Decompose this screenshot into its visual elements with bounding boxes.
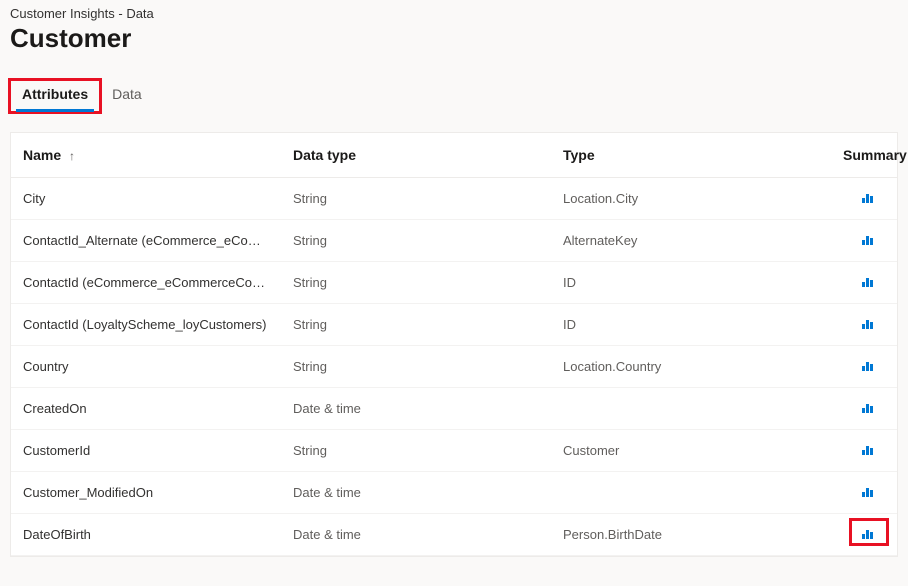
cell-type: Location.Country <box>551 346 831 388</box>
cell-summary <box>831 178 897 220</box>
cell-name: Country <box>11 346 281 388</box>
tab-attributes[interactable]: Attributes <box>10 80 100 110</box>
bar-chart-icon[interactable] <box>860 193 875 205</box>
tab-bar: Attributes Data <box>10 80 898 110</box>
cell-data-type: String <box>281 430 551 472</box>
cell-type: ID <box>551 262 831 304</box>
tab-data-label: Data <box>112 86 142 102</box>
column-header-data-type-label: Data type <box>293 147 356 163</box>
bar-chart-icon[interactable] <box>860 319 875 331</box>
cell-data-type: String <box>281 304 551 346</box>
bar-chart-icon[interactable] <box>860 403 875 415</box>
table-row[interactable]: ContactId (LoyaltyScheme_loyCustomers)St… <box>11 304 897 346</box>
table-row[interactable]: ContactId (eCommerce_eCommerceContacts)S… <box>11 262 897 304</box>
cell-name: ContactId (LoyaltyScheme_loyCustomers) <box>11 304 281 346</box>
cell-type <box>551 472 831 514</box>
bar-chart-icon[interactable] <box>860 277 875 289</box>
bar-chart-icon[interactable] <box>860 529 875 541</box>
sort-ascending-icon: ↑ <box>69 149 75 163</box>
cell-type: AlternateKey <box>551 220 831 262</box>
cell-type: Customer <box>551 430 831 472</box>
cell-name: DateOfBirth <box>11 514 281 556</box>
table-row[interactable]: CustomerIdStringCustomer <box>11 430 897 472</box>
cell-data-type: String <box>281 262 551 304</box>
cell-name: CreatedOn <box>11 388 281 430</box>
column-header-summary[interactable]: Summary <box>831 133 897 178</box>
cell-summary <box>831 220 897 262</box>
bar-chart-icon[interactable] <box>860 361 875 373</box>
cell-summary <box>831 430 897 472</box>
table-row[interactable]: ContactId_Alternate (eCommerce_eCommerce… <box>11 220 897 262</box>
cell-data-type: Date & time <box>281 472 551 514</box>
bar-chart-icon[interactable] <box>860 445 875 457</box>
table-row[interactable]: CreatedOnDate & time <box>11 388 897 430</box>
tab-data[interactable]: Data <box>100 80 154 110</box>
cell-summary <box>831 472 897 514</box>
cell-data-type: String <box>281 220 551 262</box>
column-header-name-label: Name <box>23 147 61 163</box>
table-row[interactable]: CityStringLocation.City <box>11 178 897 220</box>
cell-type <box>551 388 831 430</box>
cell-name: ContactId_Alternate (eCommerce_eCommerce… <box>11 220 281 262</box>
cell-summary <box>831 304 897 346</box>
column-header-type-label: Type <box>563 147 595 163</box>
page-title: Customer <box>10 23 898 54</box>
cell-name: CustomerId <box>11 430 281 472</box>
column-header-data-type[interactable]: Data type <box>281 133 551 178</box>
cell-summary <box>831 262 897 304</box>
cell-summary <box>831 388 897 430</box>
column-header-summary-label: Summary <box>843 147 907 163</box>
cell-data-type: Date & time <box>281 388 551 430</box>
column-header-type[interactable]: Type <box>551 133 831 178</box>
column-header-name[interactable]: Name ↑ <box>11 133 281 178</box>
attributes-table: Name ↑ Data type Type Summary CityStr <box>11 133 897 556</box>
cell-data-type: String <box>281 178 551 220</box>
cell-type: Location.City <box>551 178 831 220</box>
attributes-table-container: Name ↑ Data type Type Summary CityStr <box>10 132 898 557</box>
cell-summary <box>831 514 897 556</box>
table-row[interactable]: CountryStringLocation.Country <box>11 346 897 388</box>
cell-name: City <box>11 178 281 220</box>
table-row[interactable]: Customer_ModifiedOnDate & time <box>11 472 897 514</box>
bar-chart-icon[interactable] <box>860 487 875 499</box>
cell-type: ID <box>551 304 831 346</box>
cell-type: Person.BirthDate <box>551 514 831 556</box>
cell-data-type: Date & time <box>281 514 551 556</box>
tab-attributes-label: Attributes <box>22 86 88 102</box>
table-row[interactable]: DateOfBirthDate & timePerson.BirthDate <box>11 514 897 556</box>
cell-summary <box>831 346 897 388</box>
breadcrumb[interactable]: Customer Insights - Data <box>10 6 898 21</box>
cell-data-type: String <box>281 346 551 388</box>
cell-name: Customer_ModifiedOn <box>11 472 281 514</box>
bar-chart-icon[interactable] <box>860 235 875 247</box>
cell-name: ContactId (eCommerce_eCommerceContacts) <box>11 262 281 304</box>
